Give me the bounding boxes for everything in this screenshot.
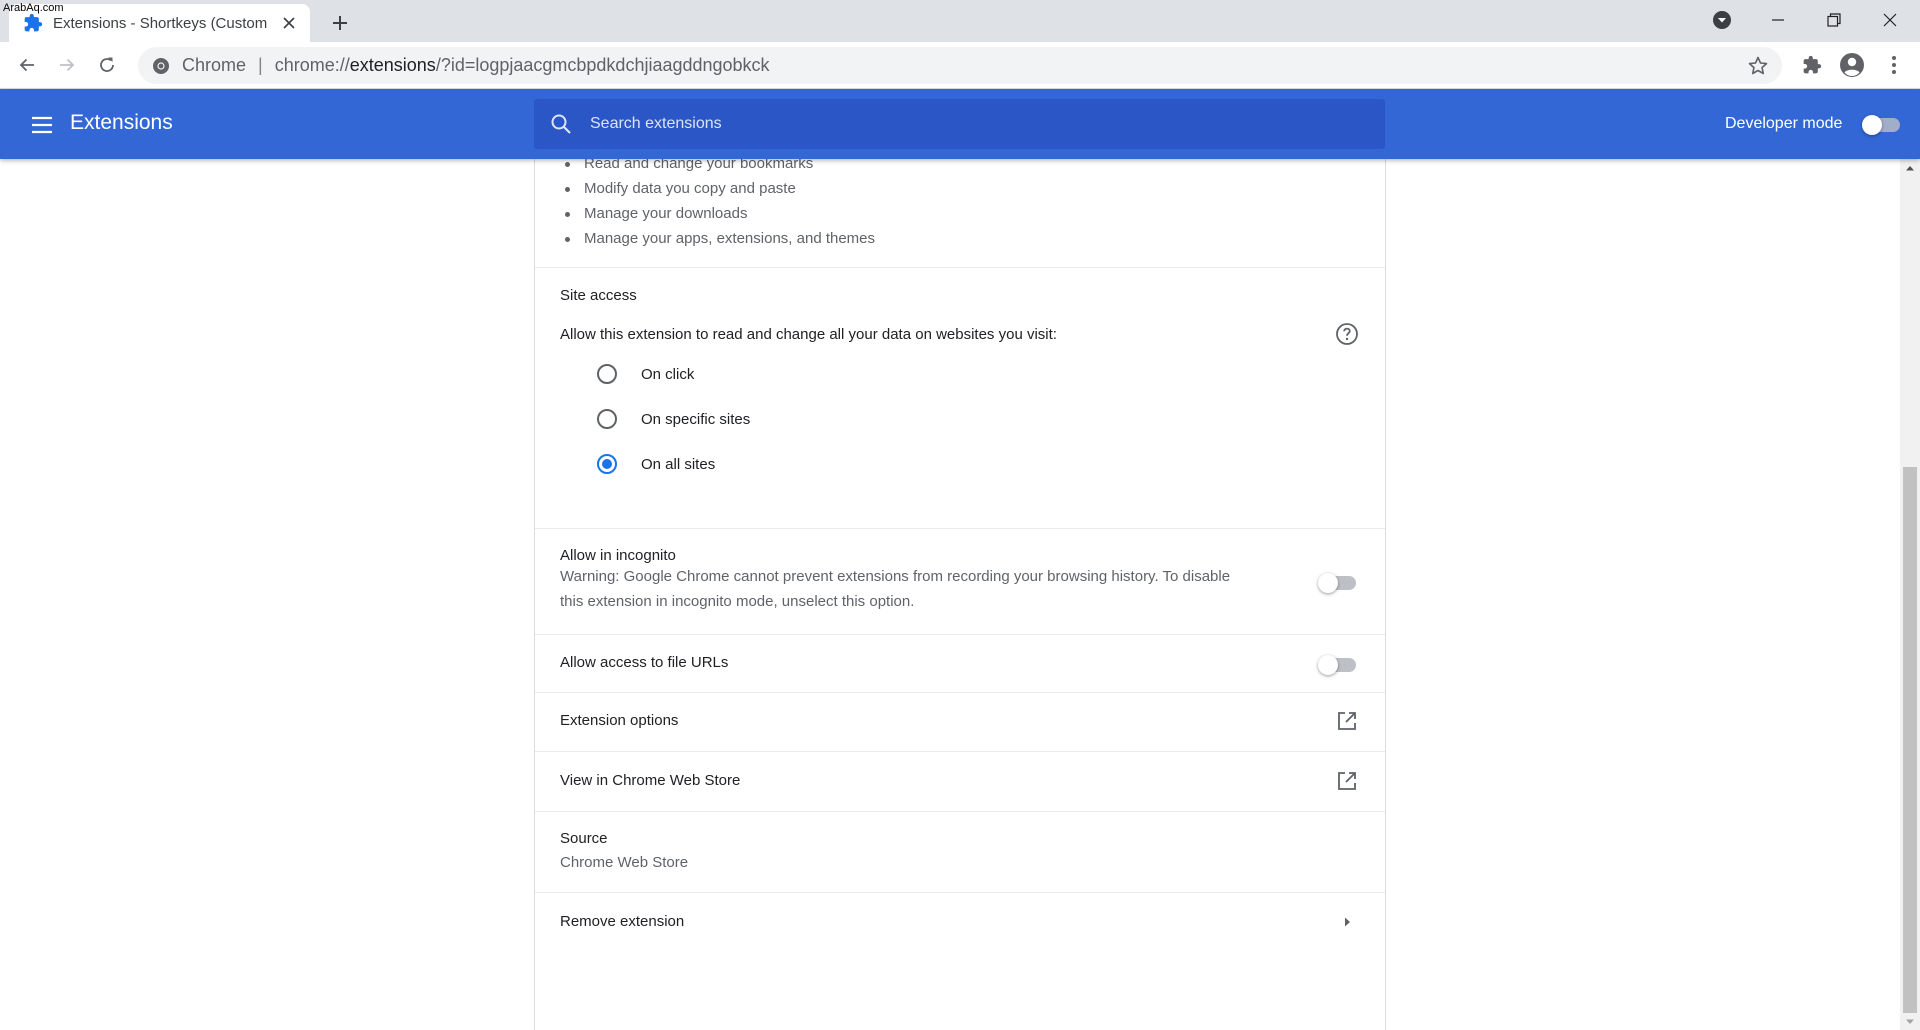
extensions-menu-button[interactable] [1796, 49, 1828, 81]
radio-label: On all sites [641, 455, 716, 473]
incognito-warning-line: Warning: Google Chrome cannot prevent ex… [560, 568, 1231, 585]
permission-item: Manage your apps, extensions, and themes [561, 226, 875, 251]
extensions-header: Extensions Developer mode [0, 89, 1920, 159]
scrollbar-thumb[interactable] [1903, 467, 1917, 1013]
toggle-knob [1318, 655, 1338, 675]
forward-button[interactable] [51, 49, 83, 81]
tab-title: Extensions - Shortkeys (Custom k [53, 14, 272, 32]
divider [535, 811, 1385, 812]
help-icon[interactable] [1335, 322, 1359, 346]
page-scrollbar[interactable] [1900, 159, 1920, 1030]
divider [535, 634, 1385, 635]
profile-button[interactable] [1836, 49, 1868, 81]
file-urls-toggle[interactable] [1318, 655, 1358, 675]
divider [535, 751, 1385, 752]
chrome-menu-button[interactable] [1878, 49, 1910, 81]
hamburger-menu-icon [32, 116, 52, 134]
puzzle-icon [24, 13, 43, 32]
open-in-new-icon[interactable] [1336, 710, 1358, 732]
url-path: /?id=logpjaacgmcbpdkdchjiaagddngobkck [435, 55, 770, 75]
permissions-list: Read and change your bookmarks Modify da… [561, 159, 875, 251]
reload-icon [100, 57, 114, 72]
plus-icon [333, 16, 347, 30]
tab-search-button[interactable] [1694, 0, 1750, 40]
url-host: extensions [349, 55, 436, 75]
extension-detail-card: Read and change your bookmarks Modify da… [534, 159, 1386, 1030]
puzzle-icon [1803, 55, 1822, 74]
url-scheme: chrome:// [274, 55, 350, 75]
toggle-knob [1862, 115, 1882, 135]
main-menu-button[interactable] [26, 109, 58, 141]
source-value: Chrome Web Store [560, 854, 689, 871]
file-urls-title: Allow access to file URLs [560, 654, 729, 671]
radio-button[interactable] [597, 409, 617, 429]
omnibox-url: chrome://extensions/?id=logpjaacgmcbpdkd… [275, 55, 770, 76]
source-title: Source [560, 830, 608, 847]
remove-extension-button[interactable]: Remove extension [560, 913, 684, 930]
permission-item: Modify data you copy and paste [561, 176, 875, 201]
search-input[interactable] [590, 115, 1370, 133]
web-store-link[interactable]: View in Chrome Web Store [560, 772, 740, 789]
triangle-up-icon [1906, 165, 1914, 170]
search-box[interactable] [534, 99, 1385, 149]
radio-button-checked[interactable] [597, 454, 617, 474]
account-avatar-icon [1840, 53, 1864, 77]
scroll-down-button[interactable] [1900, 1013, 1920, 1030]
browser-toolbar: Chrome | chrome://extensions/?id=logpjaa… [0, 42, 1920, 89]
close-icon [283, 17, 295, 29]
kebab-menu-icon [1892, 56, 1896, 74]
tab-strip: ArabAq.com Extensions - Shortkeys (Custo… [0, 0, 1920, 42]
site-access-option-all-sites[interactable]: On all sites [597, 452, 715, 476]
incognito-warning: Warning: Google Chrome cannot prevent ex… [560, 564, 1230, 614]
minimize-icon [1772, 19, 1784, 21]
arrow-left-icon [19, 58, 34, 72]
restore-icon [1827, 13, 1841, 27]
incognito-title: Allow in incognito [560, 547, 676, 564]
permission-item: Read and change your bookmarks [561, 159, 875, 176]
permission-item: Manage your downloads [561, 201, 875, 226]
extension-options-link[interactable]: Extension options [560, 712, 678, 729]
site-access-heading: Site access [560, 287, 637, 304]
search-icon [551, 114, 571, 134]
arrow-right-icon[interactable] [1341, 916, 1353, 928]
incognito-toggle[interactable] [1318, 573, 1358, 593]
site-access-description: Allow this extension to read and change … [560, 326, 1057, 343]
open-in-new-icon[interactable] [1336, 770, 1358, 792]
divider [535, 892, 1385, 893]
chrome-logo-icon [153, 57, 169, 74]
triangle-down-icon [1906, 1019, 1914, 1024]
tab-search-icon [1713, 11, 1731, 29]
radio-label: On specific sites [641, 410, 751, 428]
reload-button[interactable] [91, 49, 123, 81]
omnibox-origin: Chrome [182, 55, 247, 75]
new-tab-button[interactable] [326, 9, 354, 37]
omnibox-separator: | [258, 55, 263, 75]
developer-mode-toggle[interactable] [1862, 115, 1902, 135]
close-window-button[interactable] [1862, 0, 1918, 40]
restore-button[interactable] [1806, 0, 1862, 40]
developer-mode-label: Developer mode [1725, 115, 1843, 132]
incognito-warning-line: this extension in incognito mode, unsele… [560, 593, 915, 610]
page-title: Extensions [70, 111, 173, 134]
minimize-button[interactable] [1750, 0, 1806, 40]
site-access-option-specific-sites[interactable]: On specific sites [597, 407, 750, 431]
bookmark-star-icon[interactable] [1746, 54, 1770, 78]
site-access-option-on-click[interactable]: On click [597, 362, 694, 386]
tab-close-button[interactable] [278, 12, 300, 34]
watermark-text: ArabAq.com [3, 2, 64, 14]
radio-label: On click [641, 365, 695, 383]
scroll-up-button[interactable] [1900, 159, 1920, 176]
page-content: Read and change your bookmarks Modify da… [0, 159, 1900, 1030]
back-button[interactable] [11, 49, 43, 81]
radio-button[interactable] [597, 364, 617, 384]
divider [535, 267, 1385, 268]
address-bar[interactable]: Chrome | chrome://extensions/?id=logpjaa… [138, 47, 1782, 84]
arrow-right-icon [60, 58, 75, 72]
divider [535, 528, 1385, 529]
close-icon [1883, 13, 1897, 27]
toggle-knob [1318, 573, 1338, 593]
divider [535, 692, 1385, 693]
